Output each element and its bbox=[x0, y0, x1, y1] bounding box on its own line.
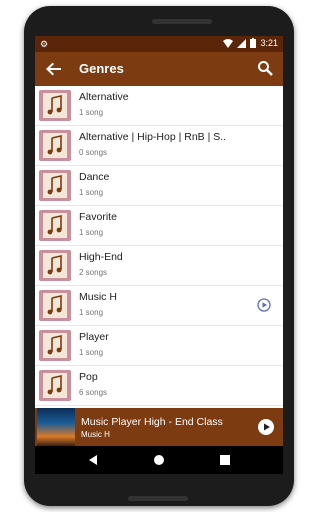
genre-list: Alternative 1 song Alternative | Hip-Hop |… bbox=[35, 86, 283, 408]
nav-back-icon[interactable] bbox=[87, 454, 99, 466]
clock: 3:21 bbox=[260, 38, 278, 48]
phone-speaker bbox=[152, 19, 212, 24]
music-folder-icon bbox=[39, 370, 71, 401]
music-folder-icon bbox=[39, 210, 71, 241]
battery-icon bbox=[250, 38, 257, 48]
app-bar: Genres bbox=[35, 52, 283, 86]
nav-recents-icon[interactable] bbox=[219, 454, 231, 466]
status-bar: ⚙ 3:21 bbox=[35, 36, 283, 52]
genre-song-count: 2 songs bbox=[79, 268, 108, 277]
music-folder-icon bbox=[39, 130, 71, 161]
genre-row[interactable]: Dance 1 song bbox=[35, 166, 283, 206]
genre-row[interactable]: Player 1 song bbox=[35, 326, 283, 366]
genre-song-count: 6 songs bbox=[79, 388, 108, 397]
genre-name: Alternative | Hip-Hop | RnB | S.. bbox=[79, 131, 227, 143]
music-folder-icon bbox=[39, 330, 71, 361]
music-folder-icon bbox=[39, 90, 71, 121]
player-track-title: Music Player High - End Class bbox=[81, 416, 223, 428]
genre-name: High-End bbox=[79, 251, 123, 263]
page-title: Genres bbox=[79, 61, 124, 76]
album-art bbox=[37, 408, 75, 446]
genre-name: Dance bbox=[79, 171, 110, 183]
music-folder-icon bbox=[39, 290, 71, 321]
now-playing-icon[interactable] bbox=[257, 298, 271, 312]
genre-name: Pop bbox=[79, 371, 98, 383]
genre-song-count: 1 song bbox=[79, 228, 104, 237]
genre-song-count: 1 song bbox=[79, 188, 104, 197]
genre-row[interactable]: Favorite 1 song bbox=[35, 206, 283, 246]
signal-icon bbox=[237, 38, 247, 48]
system-nav-bar bbox=[35, 446, 283, 474]
genre-song-count: 0 songs bbox=[79, 148, 108, 157]
genre-name: Music H bbox=[79, 291, 117, 303]
genre-row[interactable]: Alternative | Hip-Hop | RnB | S.. 0 songs bbox=[35, 126, 283, 166]
wifi-icon bbox=[223, 38, 234, 48]
app-screen: ⚙ 3:21 Genres Alternative 1 song Alternati… bbox=[35, 36, 283, 474]
back-arrow-icon[interactable] bbox=[45, 60, 63, 78]
genre-row[interactable]: Alternative 1 song bbox=[35, 86, 283, 126]
genre-song-count: 1 song bbox=[79, 108, 104, 117]
genre-row[interactable]: High-End 2 songs bbox=[35, 246, 283, 286]
genre-name: Favorite bbox=[79, 211, 117, 223]
phone-speaker-bottom bbox=[128, 496, 188, 501]
genre-song-count: 1 song bbox=[79, 308, 104, 317]
genre-name: Player bbox=[79, 331, 109, 343]
genre-row[interactable]: Pop 6 songs bbox=[35, 366, 283, 406]
mini-player[interactable]: Music Player High - End Class Music H bbox=[35, 408, 283, 446]
music-folder-icon bbox=[39, 250, 71, 281]
search-icon[interactable] bbox=[257, 60, 273, 76]
music-folder-icon bbox=[39, 170, 71, 201]
settings-notification-icon: ⚙ bbox=[40, 39, 49, 49]
genre-row[interactable]: Music H 1 song bbox=[35, 286, 283, 326]
nav-home-icon[interactable] bbox=[153, 454, 165, 466]
player-artist: Music H bbox=[81, 430, 110, 439]
genre-name: Alternative bbox=[79, 91, 129, 103]
genre-song-count: 1 song bbox=[79, 348, 104, 357]
play-icon[interactable] bbox=[258, 419, 274, 435]
